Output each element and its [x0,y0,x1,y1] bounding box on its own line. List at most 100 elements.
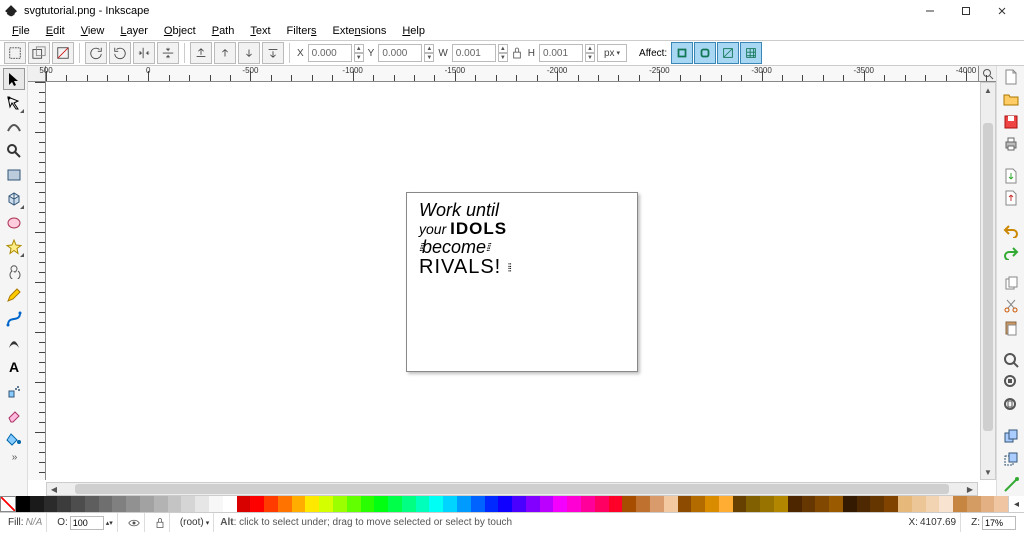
bezier-tool[interactable] [3,308,25,330]
color-swatch[interactable] [264,496,278,512]
select-all-layers-button[interactable] [28,42,50,64]
color-swatch[interactable] [319,496,333,512]
color-swatch[interactable] [595,496,609,512]
zoom-input[interactable] [982,516,1016,530]
y-input[interactable] [378,44,422,62]
color-swatch[interactable] [305,496,319,512]
color-swatch[interactable] [912,496,926,512]
vscroll-thumb[interactable] [983,123,993,432]
flip-horizontal-button[interactable] [133,42,155,64]
lower-bottom-button[interactable] [262,42,284,64]
deselect-button[interactable] [52,42,74,64]
affect-stroke-button[interactable] [671,42,693,64]
color-swatch[interactable] [553,496,567,512]
duplicate-icon[interactable] [1001,427,1021,445]
color-swatch[interactable] [526,496,540,512]
y-spinner[interactable]: ▲▼ [424,44,434,62]
color-swatch[interactable] [250,496,264,512]
color-swatch[interactable] [237,496,251,512]
color-swatch[interactable] [429,496,443,512]
color-swatch[interactable] [898,496,912,512]
color-swatch[interactable] [30,496,44,512]
minimize-button[interactable] [912,1,948,21]
color-swatch[interactable] [16,496,30,512]
star-tool[interactable] [3,236,25,258]
color-swatch[interactable] [719,496,733,512]
color-swatch[interactable] [154,496,168,512]
scroll-down-arrow-icon[interactable]: ▼ [981,465,995,479]
select-all-button[interactable] [4,42,26,64]
menu-file[interactable]: FFileile [4,23,38,39]
color-swatch[interactable] [485,496,499,512]
open-doc-icon[interactable] [1001,90,1021,108]
rotate-ccw-button[interactable] [85,42,107,64]
node-tool[interactable] [3,92,25,114]
tweak-tool[interactable] [3,116,25,138]
hscroll-thumb[interactable] [75,484,949,494]
text-tool[interactable]: A [3,356,25,378]
print-icon[interactable] [1001,135,1021,153]
pencil-tool[interactable] [3,284,25,306]
zoom-indicator[interactable]: Z: [967,513,1020,532]
color-swatch[interactable] [374,496,388,512]
color-swatch[interactable] [774,496,788,512]
color-swatch[interactable] [140,496,154,512]
horizontal-ruler[interactable]: 5000-500-1000-1500-2000-2500-3000-3500-4… [46,66,978,82]
zoom-drawing-icon[interactable] [1001,373,1021,391]
menu-filters[interactable]: Filters [279,23,325,39]
affect-corners-button[interactable] [694,42,716,64]
rectangle-tool[interactable] [3,164,25,186]
color-swatch[interactable] [402,496,416,512]
bucket-tool[interactable] [3,428,25,450]
scroll-up-arrow-icon[interactable]: ▲ [981,83,995,97]
toolbox-more-icon[interactable]: » [12,452,16,463]
box3d-tool[interactable] [3,188,25,210]
opacity-input[interactable] [70,516,104,530]
fill-indicator[interactable]: Fill: N/A [4,513,47,532]
rotate-cw-button[interactable] [109,42,131,64]
scroll-right-arrow-icon[interactable]: ▶ [963,483,977,495]
color-swatch[interactable] [884,496,898,512]
copy-icon[interactable] [1001,275,1021,293]
color-swatch[interactable] [829,496,843,512]
menu-help[interactable]: Help [394,23,433,39]
color-swatch[interactable] [99,496,113,512]
ellipse-tool[interactable] [3,212,25,234]
unit-select[interactable]: px▾ [597,44,627,62]
color-swatch[interactable] [870,496,884,512]
save-doc-icon[interactable] [1001,113,1021,131]
lower-button[interactable] [238,42,260,64]
close-button[interactable] [984,1,1020,21]
color-swatch[interactable] [622,496,636,512]
color-swatch[interactable] [953,496,967,512]
h-input[interactable] [539,44,583,62]
color-swatch[interactable] [361,496,375,512]
spiral-tool[interactable] [3,260,25,282]
color-swatch[interactable] [181,496,195,512]
h-spinner[interactable]: ▲▼ [585,44,595,62]
vertical-ruler[interactable] [28,82,46,480]
color-swatch[interactable] [457,496,471,512]
color-swatch[interactable] [581,496,595,512]
color-swatch[interactable] [760,496,774,512]
color-swatch[interactable] [540,496,554,512]
color-swatch[interactable] [994,496,1008,512]
color-swatch[interactable] [292,496,306,512]
raise-button[interactable] [214,42,236,64]
eraser-tool[interactable] [3,404,25,426]
affect-pattern-button[interactable] [740,42,762,64]
menu-text[interactable]: Text [242,23,278,39]
zoom-page-icon[interactable] [1001,395,1021,413]
menu-extensions[interactable]: Extensions [325,23,395,39]
color-swatch[interactable] [112,496,126,512]
no-color-swatch[interactable] [0,496,16,512]
color-swatch[interactable] [664,496,678,512]
paste-icon[interactable] [1001,319,1021,337]
redo-icon[interactable] [1001,243,1021,261]
color-swatch[interactable] [636,496,650,512]
color-swatch[interactable] [746,496,760,512]
color-swatch[interactable] [733,496,747,512]
document-page[interactable]: Work until your IDOLS ⦙⦙become⦙⦙ RIVALS!… [406,192,638,372]
menu-view[interactable]: View [73,23,113,39]
color-swatch[interactable] [815,496,829,512]
